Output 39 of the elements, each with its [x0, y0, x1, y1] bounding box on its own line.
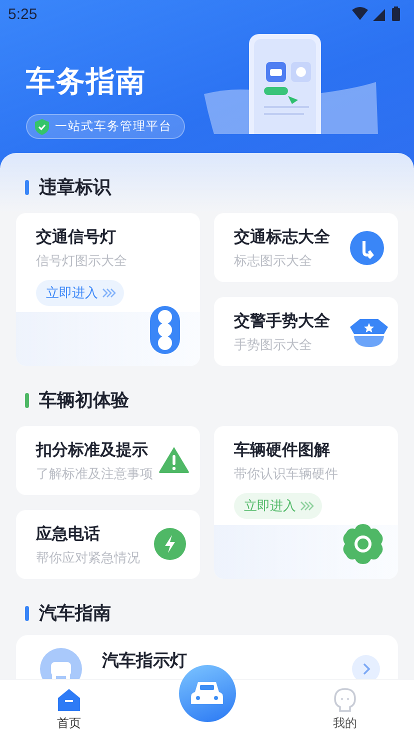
double-chevron-icon [300, 501, 314, 511]
list-item-title: 汽车指示灯 [102, 650, 188, 672]
card-subtitle: 了解标准及注意事项 [36, 465, 154, 483]
tagline-pill: 一站式车务管理平台 [26, 114, 185, 139]
chevron-right-icon [352, 655, 380, 679]
card-subtitle: 信号灯图示大全 [36, 252, 128, 270]
app-title: 车务指南 [26, 65, 147, 100]
tab-item[interactable]: 我的 [327, 680, 363, 737]
feature-card[interactable]: 车辆硬件图解 带你认识车辆硬件 立即进入 [214, 426, 398, 579]
card-title: 应急电话 [36, 524, 101, 545]
section-title: 违章标识 [39, 176, 111, 199]
card-subtitle: 标志图示大全 [234, 252, 313, 270]
warning-icon [158, 446, 190, 474]
card-title: 交通信号灯 [36, 227, 117, 248]
feature-card[interactable]: 交通标志大全 标志图示大全 [214, 213, 398, 282]
home-icon [57, 688, 81, 712]
lightning-icon [154, 528, 186, 560]
tab-item[interactable]: 首页 [51, 680, 87, 737]
guide-list-item[interactable]: 汽车指示灯 [16, 635, 398, 679]
gear-icon [341, 522, 385, 566]
section-title: 汽车指南 [39, 602, 111, 625]
status-time: 5:25 [8, 6, 38, 22]
card-title: 车辆硬件图解 [234, 440, 331, 461]
feature-card[interactable]: 交通信号灯 信号灯图示大全 立即进入 [16, 213, 200, 366]
card-title: 扣分标准及提示 [36, 440, 149, 461]
feature-card[interactable]: 应急电话 帮你应对紧急情况 [16, 510, 200, 579]
double-chevron-icon [102, 288, 116, 298]
card-subtitle: 带你认识车辆硬件 [234, 465, 339, 483]
card-subtitle: 手势图示大全 [234, 336, 313, 354]
card-subtitle: 帮你应对紧急情况 [36, 549, 141, 567]
face-icon [333, 688, 357, 712]
shield-icon [35, 118, 49, 134]
traffic-light-icon [150, 306, 180, 354]
police-cap-icon [350, 317, 388, 347]
section-title: 车辆初体验 [39, 389, 129, 412]
card-title: 交警手势大全 [234, 311, 331, 332]
feature-card[interactable]: 扣分标准及提示 了解标准及注意事项 [16, 426, 200, 495]
feature-card[interactable]: 交警手势大全 手势图示大全 [214, 297, 398, 366]
card-title: 交通标志大全 [234, 227, 331, 248]
